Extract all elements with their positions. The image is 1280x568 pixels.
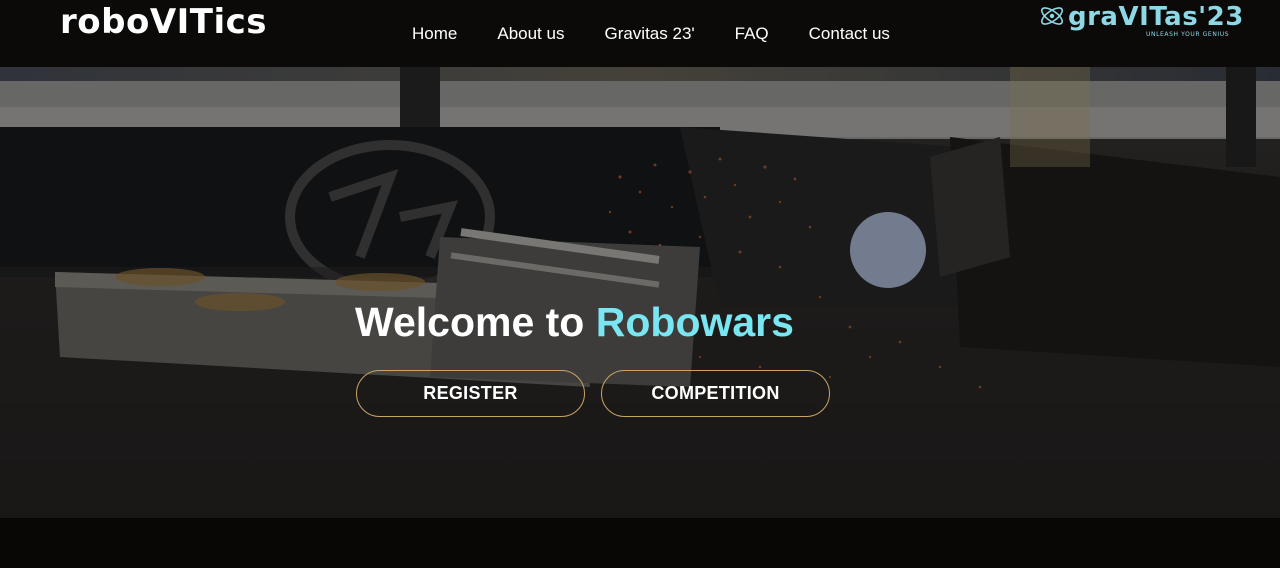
hero-dim-overlay	[0, 67, 1280, 518]
nav-links: Home About us Gravitas 23' FAQ Contact u…	[412, 24, 930, 44]
top-navbar: roboVITics Home About us Gravitas 23' FA…	[0, 0, 1280, 67]
nav-link-faq[interactable]: FAQ	[735, 24, 769, 44]
gravitas-logo[interactable]: graVITas'23 UNLEASH YOUR GENIUS	[1038, 2, 1243, 42]
brand-logo[interactable]: roboVITics	[60, 2, 267, 42]
hero-banner: Welcome to Robowars REGISTER COMPETITION	[0, 67, 1280, 518]
nav-link-about[interactable]: About us	[497, 24, 564, 44]
nav-link-home[interactable]: Home	[412, 24, 457, 44]
hero-title: Welcome to Robowars	[355, 299, 794, 346]
hero-title-accent: Robowars	[595, 299, 794, 345]
register-button[interactable]: REGISTER	[356, 370, 585, 417]
gravitas-wordmark: graVITas'23	[1068, 2, 1244, 32]
nav-link-contact[interactable]: Contact us	[809, 24, 890, 44]
nav-link-gravitas[interactable]: Gravitas 23'	[604, 24, 694, 44]
hero-title-prefix: Welcome to	[355, 299, 585, 345]
page-bottom-strip	[0, 518, 1280, 568]
gravitas-tagline: UNLEASH YOUR GENIUS	[1146, 31, 1230, 38]
atom-icon	[1040, 7, 1064, 25]
competition-button[interactable]: COMPETITION	[601, 370, 830, 417]
decorative-circle	[850, 212, 926, 288]
